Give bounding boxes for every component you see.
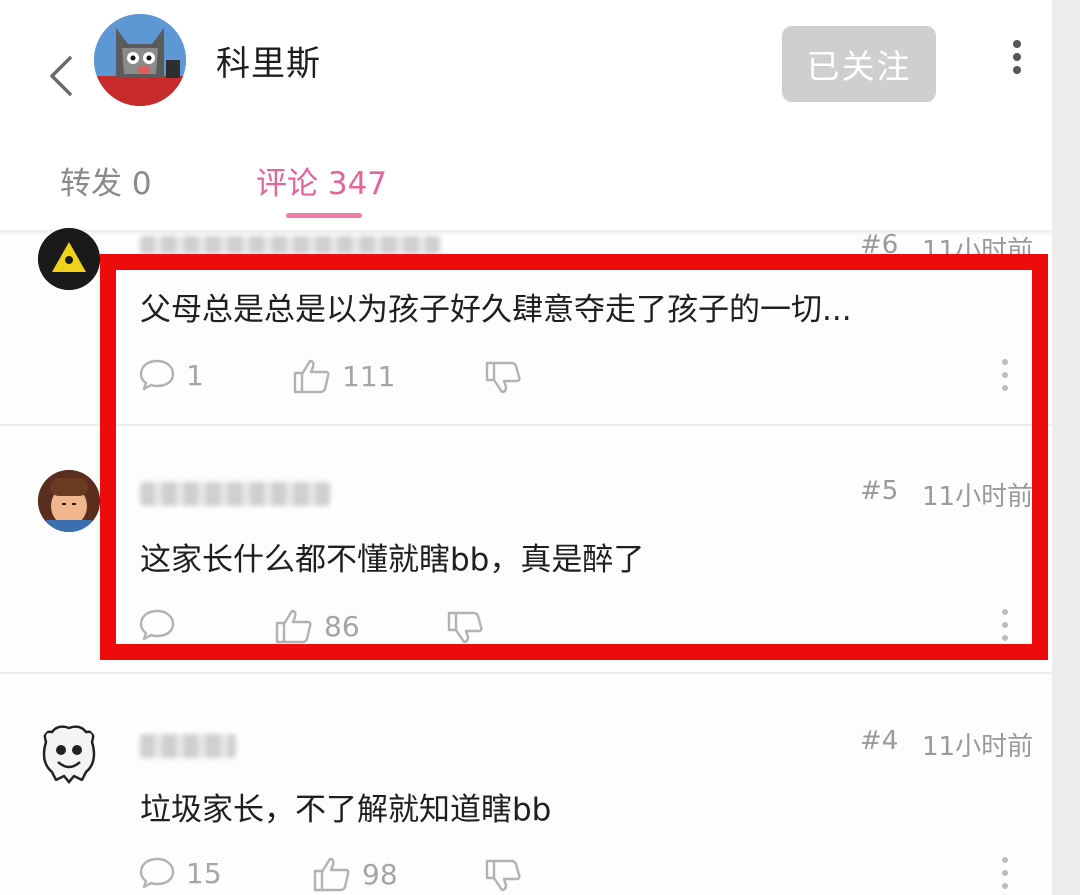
comment-text: 这家长什么都不懂就瞎bb，真是醉了 <box>140 542 645 578</box>
comment-item: #6 11小时前 父母总是总是以为孩子好久肆意夺走了孩子的一切... 1 111 <box>0 228 1052 424</box>
comment-bubble-icon <box>139 857 175 889</box>
floor-number: #5 <box>860 476 899 506</box>
reply-button[interactable]: 15 <box>138 856 222 890</box>
back-button[interactable] <box>40 48 84 104</box>
comment-bubble-icon <box>139 359 175 391</box>
thumbs-up-icon <box>293 359 330 394</box>
comment-page: 科里斯 已关注 转发 0 评论 347 #6 11小时前 父母总是总是以为孩子好… <box>0 0 1052 895</box>
dislike-button[interactable] <box>446 610 484 644</box>
comment-more-icon[interactable] <box>996 854 1014 894</box>
user-avatar[interactable] <box>94 14 186 106</box>
reply-count: 1 <box>186 358 204 392</box>
comment-time: 11小时前 <box>922 732 1034 762</box>
like-button[interactable]: 111 <box>292 358 395 394</box>
tab-comments[interactable]: 评论 347 <box>256 158 387 203</box>
comment-time: 11小时前 <box>922 482 1034 512</box>
comment-time: 11小时前 <box>922 236 1034 266</box>
reply-count: 15 <box>186 856 222 890</box>
reply-button[interactable]: 1 <box>138 358 204 392</box>
avatar-image <box>38 722 100 784</box>
floor-number: #4 <box>860 726 899 756</box>
comment-item: #5 11小时前 这家长什么都不懂就瞎bb，真是醉了 86 <box>0 426 1052 672</box>
dislike-button[interactable] <box>484 858 522 892</box>
username: 科里斯 <box>216 44 321 84</box>
thumbs-down-icon <box>485 859 521 892</box>
commenter-avatar[interactable] <box>38 722 100 784</box>
comment-item: #4 11小时前 垃圾家长，不了解就知道瞎bb 15 98 <box>0 674 1052 895</box>
header: 科里斯 已关注 转发 0 评论 347 <box>0 0 1052 232</box>
screen-edge <box>1052 0 1080 895</box>
avatar-image <box>38 228 100 290</box>
commenter-name-blurred <box>140 734 236 758</box>
reply-button[interactable] <box>138 608 186 642</box>
comment-text: 父母总是总是以为孩子好久肆意夺走了孩子的一切... <box>140 292 852 328</box>
like-count: 86 <box>324 609 360 643</box>
thumbs-down-icon <box>447 611 483 644</box>
commenter-name-blurred <box>140 236 440 254</box>
active-tab-indicator <box>286 213 362 218</box>
commenter-avatar[interactable] <box>38 470 100 532</box>
comment-bubble-icon <box>139 609 175 641</box>
floor-number: #6 <box>860 230 899 260</box>
avatar-image <box>38 470 100 532</box>
more-vertical-icon <box>1013 40 1021 74</box>
comment-more-icon[interactable] <box>996 356 1014 396</box>
comment-more-icon[interactable] <box>996 606 1014 646</box>
comment-text: 垃圾家长，不了解就知道瞎bb <box>140 792 552 828</box>
thumbs-down-icon <box>485 361 521 394</box>
dislike-button[interactable] <box>484 360 522 394</box>
like-button[interactable]: 86 <box>274 608 360 644</box>
commenter-name-blurred <box>140 482 330 506</box>
tab-forward[interactable]: 转发 0 <box>60 158 152 203</box>
commenter-avatar[interactable] <box>38 228 100 290</box>
like-count: 98 <box>362 857 398 891</box>
like-button[interactable]: 98 <box>312 856 398 892</box>
like-count: 111 <box>342 359 396 393</box>
avatar-image <box>94 14 186 106</box>
thumbs-up-icon <box>313 857 350 892</box>
more-options-button[interactable] <box>1000 38 1034 78</box>
thumbs-up-icon <box>275 609 312 644</box>
follow-button[interactable]: 已关注 <box>782 26 936 102</box>
back-arrow-icon <box>50 56 72 96</box>
